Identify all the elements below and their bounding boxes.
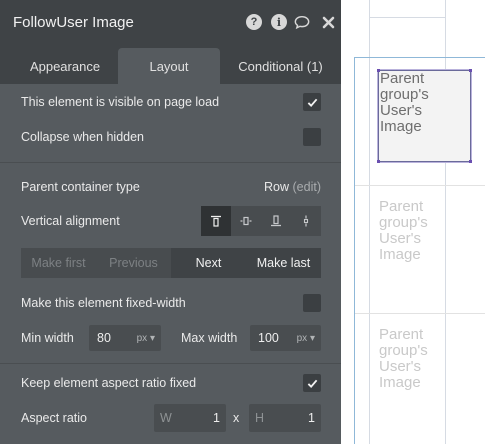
aspect-width-placeholder: W — [160, 411, 172, 425]
next-button[interactable]: Next — [171, 248, 246, 278]
max-width-value: 100 — [258, 331, 279, 345]
aspect-width-value: 1 — [213, 411, 220, 425]
aspect-times-symbol: x — [233, 411, 240, 425]
comment-icon[interactable] — [294, 14, 310, 30]
parent-container-type: Row — [264, 180, 290, 194]
help-icon[interactable]: ? — [246, 14, 262, 30]
parent-container-label: Parent container type — [21, 180, 140, 194]
previous-button[interactable]: Previous — [96, 248, 171, 278]
chevron-down-icon: ▾ — [309, 332, 315, 344]
checkmark-icon — [307, 98, 317, 107]
resize-handle[interactable] — [469, 69, 472, 72]
panel-titlebar[interactable]: FollowUser Image ? i — [0, 0, 341, 46]
collapse-when-hidden-row: Collapse when hidden — [21, 127, 321, 147]
vertical-alignment-control — [201, 206, 321, 236]
section-divider — [0, 363, 341, 364]
aspect-ratio-fixed-checkbox[interactable] — [303, 374, 321, 392]
unit-dropdown[interactable]: px ▾ — [297, 333, 315, 344]
collapse-when-hidden-label: Collapse when hidden — [21, 130, 145, 144]
tab-conditional[interactable]: Conditional (1) — [220, 48, 341, 84]
visible-on-load-checkbox[interactable] — [303, 93, 321, 111]
align-top-icon — [211, 215, 221, 227]
repeating-cell[interactable]: Parent group's User's Image — [355, 314, 485, 444]
tab-appearance[interactable]: Appearance — [0, 48, 130, 84]
align-center-button[interactable] — [231, 206, 261, 236]
align-stretch-icon — [303, 215, 309, 227]
min-width-value: 80 — [97, 331, 111, 345]
fixed-width-checkbox[interactable] — [303, 294, 321, 312]
parent-container-row: Parent container type Row (edit) — [21, 177, 321, 197]
resize-handle[interactable] — [377, 69, 380, 72]
make-last-button[interactable]: Make last — [246, 248, 321, 278]
editor-canvas[interactable]: Parent group's User's Image Parent group… — [341, 0, 485, 444]
aspect-width-input[interactable]: W 1 — [154, 404, 226, 432]
panel-title: FollowUser Image — [13, 14, 134, 31]
unit-label: px — [136, 332, 148, 344]
aspect-ratio-label: Aspect ratio — [21, 411, 88, 425]
min-width-label: Min width — [21, 331, 74, 345]
aspect-height-placeholder: H — [255, 411, 265, 425]
repeating-cell[interactable]: Parent group's User's Image — [355, 58, 485, 186]
aspect-height-value: 1 — [308, 411, 315, 425]
visible-on-load-row: This element is visible on page load — [21, 92, 321, 112]
chevron-down-icon: ▾ — [149, 332, 155, 344]
repeating-cell[interactable]: Parent group's User's Image — [355, 186, 485, 314]
max-width-input[interactable]: 100 px ▾ — [250, 325, 321, 351]
property-editor-panel: FollowUser Image ? i Appearance Layout C… — [0, 0, 341, 444]
fixed-width-row: Make this element fixed-width — [21, 293, 321, 313]
align-center-icon — [240, 216, 252, 226]
unit-label: px — [296, 332, 308, 344]
unit-dropdown[interactable]: px ▾ — [137, 333, 155, 344]
info-icon[interactable]: i — [271, 14, 287, 30]
resize-handle[interactable] — [469, 160, 472, 163]
align-top-button[interactable] — [201, 206, 231, 236]
checkmark-icon — [307, 379, 317, 388]
section-divider — [0, 162, 341, 163]
panel-tabs: Appearance Layout Conditional (1) — [0, 46, 341, 84]
fixed-width-label: Make this element fixed-width — [21, 296, 186, 310]
collapse-when-hidden-checkbox[interactable] — [303, 128, 321, 146]
element-order-control: Make first Previous Next Make last — [21, 248, 321, 278]
vertical-alignment-label: Vertical alignment — [21, 214, 120, 228]
tab-layout[interactable]: Layout — [118, 48, 220, 84]
aspect-ratio-fixed-label: Keep element aspect ratio fixed — [21, 376, 197, 390]
close-icon[interactable] — [320, 14, 336, 30]
aspect-height-input[interactable]: H 1 — [249, 404, 321, 432]
image-placeholder-text: Parent group's User's Image — [379, 198, 428, 263]
image-placeholder-text: Parent group's User's Image — [380, 70, 429, 135]
parent-container-value[interactable]: Row (edit) — [264, 180, 321, 194]
align-bottom-button[interactable] — [261, 206, 291, 236]
edit-link[interactable]: (edit) — [293, 180, 321, 194]
aspect-ratio-fixed-row: Keep element aspect ratio fixed — [21, 373, 321, 393]
max-width-label: Max width — [181, 331, 238, 345]
guide-line — [369, 17, 446, 18]
make-first-button[interactable]: Make first — [21, 248, 96, 278]
image-placeholder-text: Parent group's User's Image — [379, 326, 428, 391]
align-stretch-button[interactable] — [291, 206, 321, 236]
min-width-input[interactable]: 80 px ▾ — [89, 325, 161, 351]
resize-handle[interactable] — [377, 160, 380, 163]
vertical-alignment-row: Vertical alignment — [21, 206, 321, 236]
align-bottom-icon — [271, 215, 281, 227]
visible-on-load-label: This element is visible on page load — [21, 95, 220, 109]
